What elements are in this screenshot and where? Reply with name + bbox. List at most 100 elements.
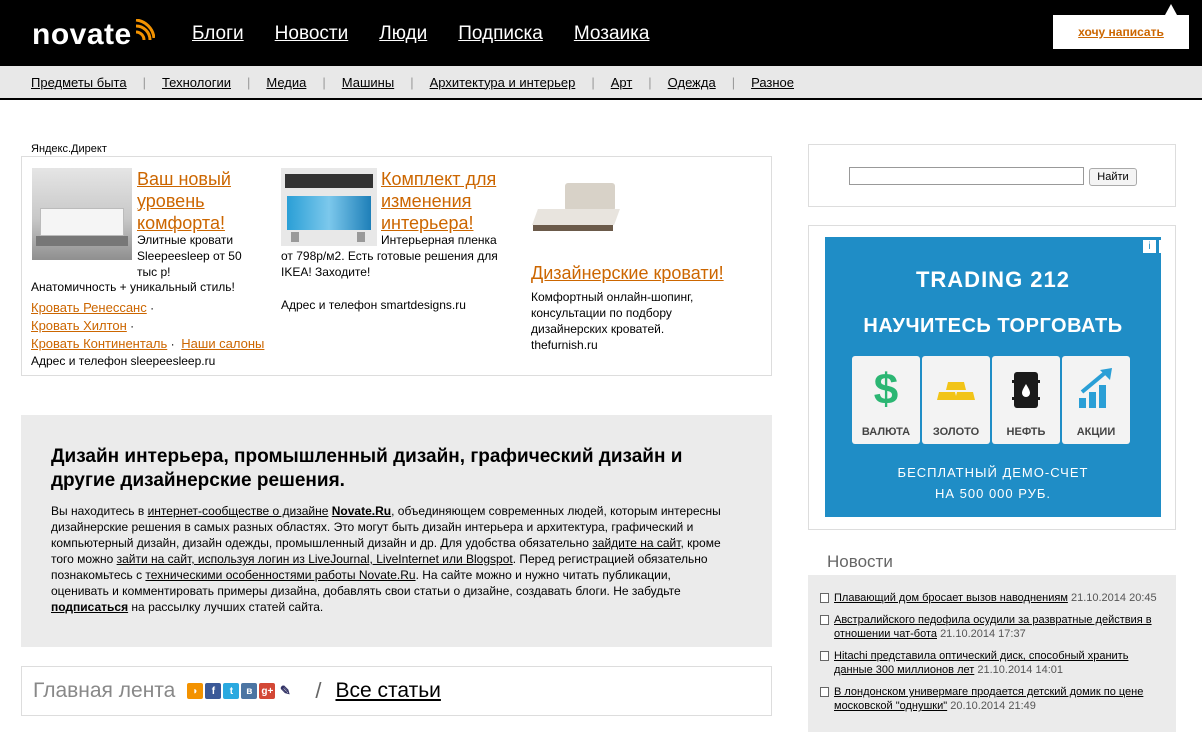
tile-label: АКЦИИ bbox=[1076, 426, 1116, 438]
gold-tile[interactable]: ЗОЛОТО bbox=[922, 356, 990, 444]
ad-3-domain[interactable]: thefurnish.ru bbox=[531, 337, 598, 353]
login-link[interactable]: зайдите на сайт bbox=[592, 536, 680, 550]
ad-link-salons[interactable]: Наши салоны bbox=[181, 336, 264, 351]
designer-bed-ad-image[interactable] bbox=[529, 177, 621, 247]
divider: | bbox=[591, 74, 595, 90]
ad-1-domain[interactable]: Адрес и телефон sleepeesleep.ru bbox=[31, 353, 215, 369]
currency-tile[interactable]: $ ВАЛЮТА bbox=[852, 356, 920, 444]
ad-close-icon[interactable]: ✕ bbox=[1159, 240, 1161, 253]
ad-2-title[interactable]: Комплект для изменения интерьера! bbox=[381, 169, 496, 233]
ad-1-title[interactable]: Ваш новый уровень комфорта! bbox=[137, 169, 231, 233]
search-input[interactable] bbox=[849, 167, 1084, 185]
bed-ad-image[interactable] bbox=[32, 168, 132, 260]
subscribe-link[interactable]: подписаться bbox=[51, 600, 128, 614]
social-icons: ◗ f t в g+ ✎ bbox=[187, 683, 294, 699]
divider: | bbox=[246, 74, 251, 90]
intro-heading: Дизайн интерьера, промышленный дизайн, г… bbox=[51, 446, 683, 491]
google-plus-icon[interactable]: g+ bbox=[259, 683, 276, 699]
community-link[interactable]: интернет-сообществе о дизайне bbox=[148, 504, 329, 518]
category-cars[interactable]: Машины bbox=[342, 75, 394, 90]
site-logo[interactable]: novate bbox=[32, 17, 155, 53]
news-date: 21.10.2014 17:37 bbox=[940, 628, 1026, 640]
news-item: Плавающий дом бросает вызов наводнениям … bbox=[820, 591, 1166, 605]
news-date: 20.10.2014 21:49 bbox=[950, 700, 1036, 712]
nav-subscribe[interactable]: Подписка bbox=[458, 23, 543, 45]
main-feed-header: Главная лента ◗ f t в g+ ✎ / Все статьи bbox=[21, 666, 772, 716]
sidebar-ad: i ✕ TRADING 212 НАУЧИТЕСЬ ТОРГОВАТЬ $ ВА… bbox=[808, 225, 1176, 530]
ad-link-continental[interactable]: Кровать Континенталь bbox=[31, 336, 167, 351]
gold-bars-icon bbox=[937, 382, 975, 400]
ad-3-text: Комфортный онлайн-шопинг, консультации п… bbox=[531, 290, 694, 336]
ad-1-text2: Анатомичность + уникальный стиль! bbox=[31, 280, 235, 294]
divider: | bbox=[322, 74, 326, 90]
document-icon bbox=[820, 687, 829, 697]
news-item: Hitachi представила оптический диск, спо… bbox=[820, 649, 1166, 677]
trading-banner[interactable]: i ✕ TRADING 212 НАУЧИТЕСЬ ТОРГОВАТЬ $ ВА… bbox=[825, 237, 1161, 517]
category-architecture[interactable]: Архитектура и интерьер bbox=[430, 75, 576, 90]
pencil-icon[interactable]: ✎ bbox=[277, 683, 294, 699]
tech-features-link[interactable]: техническими особенностями работы Novate… bbox=[145, 568, 415, 582]
rss-logo-icon bbox=[135, 19, 155, 41]
divider: | bbox=[648, 74, 652, 90]
divider: | bbox=[142, 74, 146, 90]
category-clothes[interactable]: Одежда bbox=[668, 75, 716, 90]
ad-3-title[interactable]: Дизайнерские кровати! bbox=[531, 263, 724, 283]
twitter-icon[interactable]: t bbox=[223, 683, 240, 699]
banner-footer-line1: БЕСПЛАТНЫЙ ДЕМО-СЧЕТ bbox=[897, 465, 1089, 480]
news-date: 21.10.2014 20:45 bbox=[1070, 592, 1157, 604]
ad-1-title-wrap: Ваш новый уровень комфорта! bbox=[137, 168, 257, 234]
nav-people[interactable]: Люди bbox=[379, 23, 427, 45]
logo-text: novate bbox=[32, 18, 132, 51]
external-login-link[interactable]: зайти на сайт, используя логин из LiveJo… bbox=[117, 552, 513, 566]
banner-headline: НАУЧИТЕСЬ ТОРГОВАТЬ bbox=[863, 315, 1123, 337]
dollar-icon: $ bbox=[873, 365, 899, 414]
facebook-icon[interactable]: f bbox=[205, 683, 222, 699]
tile-label: ВАЛЮТА bbox=[861, 426, 911, 438]
news-item: Австралийского педофила осудили за развр… bbox=[820, 613, 1166, 641]
vkontakte-icon[interactable]: в bbox=[241, 683, 258, 699]
intro-block: Дизайн интерьера, промышленный дизайн, г… bbox=[21, 415, 772, 647]
nav-mosaic[interactable]: Мозаика bbox=[574, 23, 650, 45]
rss-icon[interactable]: ◗ bbox=[187, 683, 204, 699]
all-articles-link[interactable]: Все статьи bbox=[335, 679, 440, 703]
ad-2-title-wrap: Комплект для изменения интерьера! bbox=[381, 168, 516, 234]
news-link[interactable]: Плавающий дом бросает вызов наводнениям bbox=[834, 592, 1068, 604]
divider: | bbox=[731, 74, 736, 90]
write-tab[interactable]: хочу написать bbox=[1053, 15, 1189, 49]
category-media[interactable]: Медиа bbox=[266, 75, 306, 90]
document-icon bbox=[820, 651, 829, 661]
category-misc[interactable]: Разное bbox=[751, 75, 794, 90]
category-art[interactable]: Арт bbox=[611, 75, 633, 90]
yandex-direct-block: Ваш новый уровень комфорта! Элитные кров… bbox=[21, 156, 772, 376]
intro-text: Вы находитесь в интернет-сообществе о ди… bbox=[51, 503, 721, 615]
novate-brand-link[interactable]: Novate.Ru bbox=[332, 504, 391, 518]
oil-tile[interactable]: НЕФТЬ bbox=[992, 356, 1060, 444]
growth-chart-icon bbox=[1079, 368, 1112, 408]
nav-blogs[interactable]: Блоги bbox=[192, 23, 244, 45]
stocks-tile[interactable]: АКЦИИ bbox=[1062, 356, 1130, 444]
feed-separator: / bbox=[315, 678, 322, 703]
tile-label: ЗОЛОТО bbox=[932, 426, 980, 438]
ad-link-renaissance[interactable]: Кровать Ренессанс bbox=[31, 300, 147, 315]
ad-choices[interactable]: i ✕ bbox=[1143, 240, 1161, 253]
document-icon bbox=[820, 615, 829, 625]
category-tech[interactable]: Технологии bbox=[162, 75, 231, 90]
ad-link-hilton[interactable]: Кровать Хилтон bbox=[31, 318, 127, 333]
news-list: Плавающий дом бросает вызов наводнениям … bbox=[808, 575, 1176, 732]
category-household[interactable]: Предметы быта bbox=[31, 75, 127, 90]
ad-2-domain[interactable]: Адрес и телефон smartdesigns.ru bbox=[281, 297, 466, 313]
ad-info-icon[interactable]: i bbox=[1143, 240, 1156, 253]
oil-barrel-icon bbox=[1012, 372, 1040, 408]
nav-news[interactable]: Новости bbox=[275, 23, 349, 45]
search-box: Найти bbox=[808, 144, 1176, 207]
search-button[interactable]: Найти bbox=[1089, 168, 1137, 186]
banner-footer-line2: НА 500 000 РУБ. bbox=[934, 486, 1052, 501]
banner-tiles: $ ВАЛЮТА ЗОЛОТО НЕФТЬ АКЦИИ bbox=[852, 356, 1130, 444]
main-nav: Блоги Новости Люди Подписка Мозаика bbox=[192, 23, 680, 45]
ad-3-title-wrap: Дизайнерские кровати! bbox=[531, 262, 751, 284]
news-item: В лондонском универмаге продается детски… bbox=[820, 685, 1166, 713]
yandex-direct-label: Яндекс.Директ bbox=[31, 143, 107, 155]
ad-1-text: Элитные кровати Sleepeesleep от 50 тыс р… bbox=[137, 233, 242, 279]
tile-label: НЕФТЬ bbox=[1006, 426, 1046, 438]
write-link[interactable]: хочу написать bbox=[1078, 25, 1164, 39]
